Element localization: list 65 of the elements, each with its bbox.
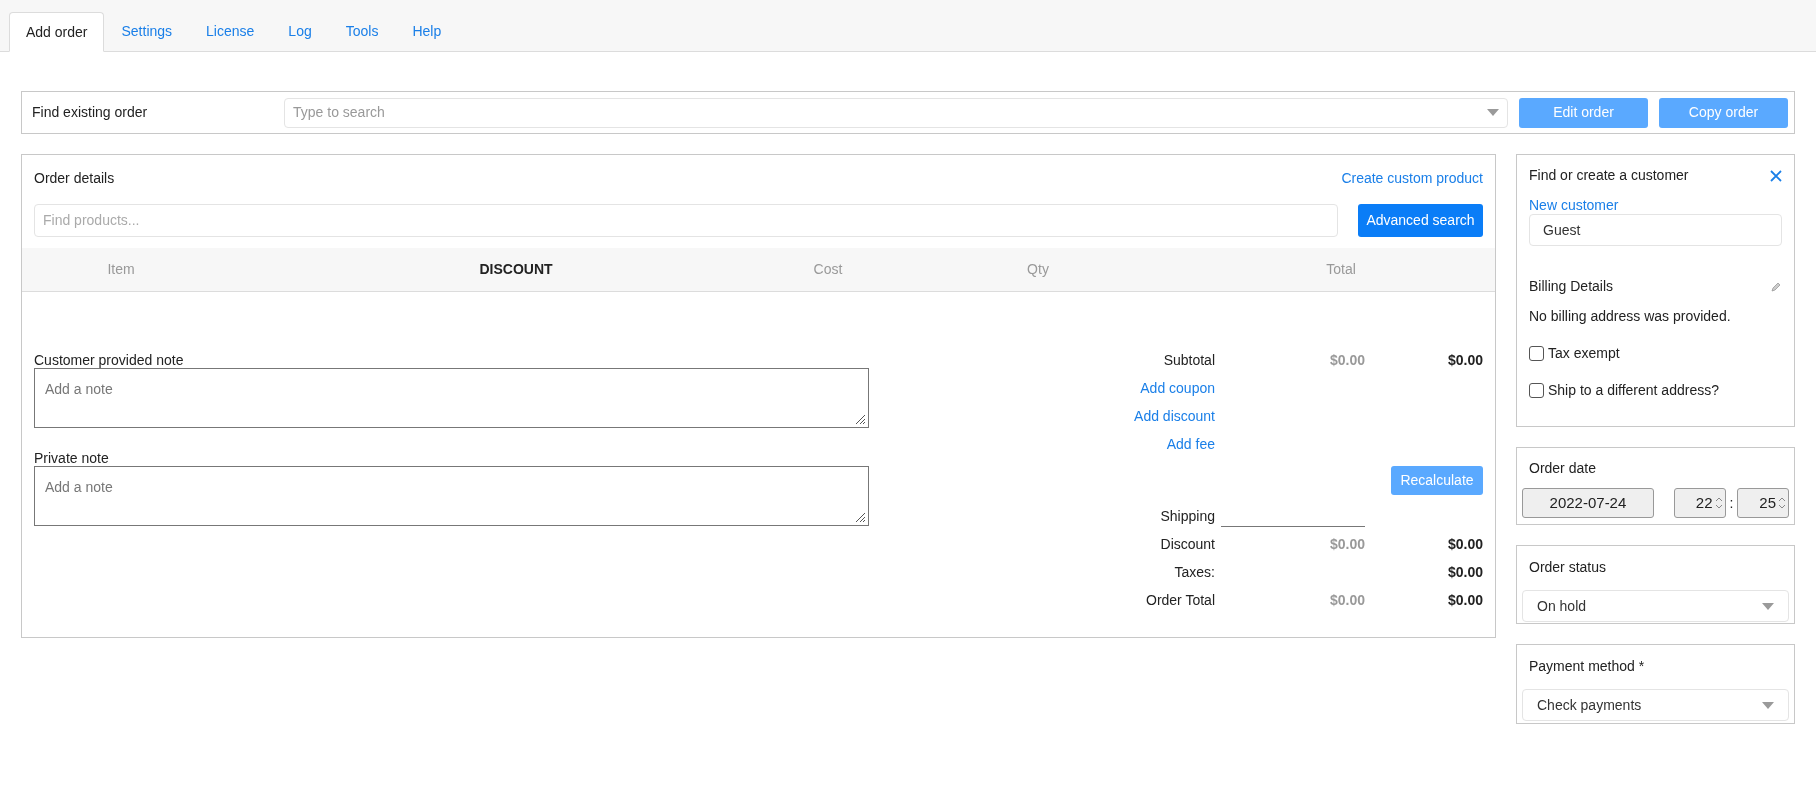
column-header: DISCOUNT (479, 260, 553, 279)
tab[interactable]: Settings (104, 11, 190, 51)
total-value: $0.00 (1447, 350, 1483, 370)
column-header: Item (107, 260, 135, 279)
total-value: $0.00 (1329, 350, 1365, 370)
select-dropdown[interactable]: On hold (1522, 590, 1789, 622)
product-search-field[interactable]: Find products... (34, 203, 1338, 237)
resize-handle-icon[interactable] (854, 511, 866, 523)
column-header: Qty (1027, 260, 1049, 279)
order-search-field[interactable]: Type to search (284, 97, 1508, 128)
column-header: Total (1326, 260, 1356, 279)
totals-link[interactable]: Add coupon (1140, 377, 1215, 399)
billing-title: Billing Details (1529, 277, 1614, 296)
select-dropdown[interactable]: Check payments (1522, 689, 1789, 721)
total-label: Discount (1159, 534, 1215, 554)
order-action-button[interactable]: Edit order (1519, 97, 1648, 128)
panel-title: Order status (1528, 558, 1608, 577)
total-value: $0.00 (1329, 590, 1365, 610)
tab[interactable]: Add order (9, 12, 105, 52)
dropdown-caret-icon (1487, 109, 1499, 116)
billing-text: No billing address was provided. (1529, 307, 1732, 326)
advanced-search-button[interactable]: Advanced search (1358, 203, 1483, 237)
panel-title: Payment method * (1528, 657, 1646, 676)
totals-link[interactable]: Add discount (1134, 405, 1215, 427)
total-value: $0.00 (1329, 534, 1365, 554)
checkbox[interactable] (1529, 383, 1544, 398)
tab[interactable]: License (189, 11, 272, 51)
hour-field[interactable]: 22 (1673, 488, 1726, 518)
new-customer-link[interactable]: New customer (1529, 197, 1782, 213)
spinner-arrows-icon (1714, 496, 1723, 510)
note-textarea[interactable]: Add a note (34, 466, 869, 526)
note-textarea[interactable]: Add a note (34, 368, 869, 428)
column-header: Cost (813, 260, 843, 279)
date-field[interactable]: 2022-07-24 (1522, 488, 1654, 518)
panel-title: Order details (34, 169, 115, 188)
panel-title: Order date (1528, 459, 1597, 478)
find-order-label: Find existing order (31, 103, 149, 122)
total-label: Shipping (1159, 506, 1215, 526)
recalculate-button[interactable]: Recalculate (1391, 465, 1483, 495)
dropdown-caret-icon (1762, 701, 1774, 709)
customer-field[interactable]: Guest (1529, 214, 1782, 246)
create-product-link[interactable]: Create custom product (1341, 168, 1483, 189)
total-value: $0.00 (1447, 562, 1483, 582)
order-action-button[interactable]: Copy order (1659, 97, 1788, 128)
close-icon[interactable] (1770, 169, 1782, 182)
resize-handle-icon[interactable] (854, 413, 866, 425)
note-label: Customer provided note (34, 352, 185, 368)
minute-field[interactable]: 25 (1737, 488, 1789, 518)
tab[interactable]: Tools (328, 11, 396, 51)
checkbox-label: Tax exempt (1548, 344, 1620, 363)
total-label: Subtotal (1162, 350, 1215, 370)
total-value: $0.00 (1447, 590, 1483, 610)
total-label: Taxes: (1173, 562, 1215, 582)
spinner-arrows-icon (1778, 496, 1786, 510)
panel-title: Find or create a customer (1529, 166, 1689, 185)
total-label: Order Total (1145, 590, 1215, 610)
tab[interactable]: Log (271, 11, 329, 51)
total-value: $0.00 (1447, 534, 1483, 554)
time-separator: : (1728, 493, 1735, 513)
totals-link[interactable]: Add fee (1166, 433, 1215, 455)
checkbox-label: Ship to a different address? (1548, 381, 1719, 400)
tab[interactable]: Help (395, 11, 459, 51)
dropdown-caret-icon (1762, 602, 1774, 610)
checkbox[interactable] (1529, 346, 1544, 361)
note-label: Private note (34, 450, 110, 466)
